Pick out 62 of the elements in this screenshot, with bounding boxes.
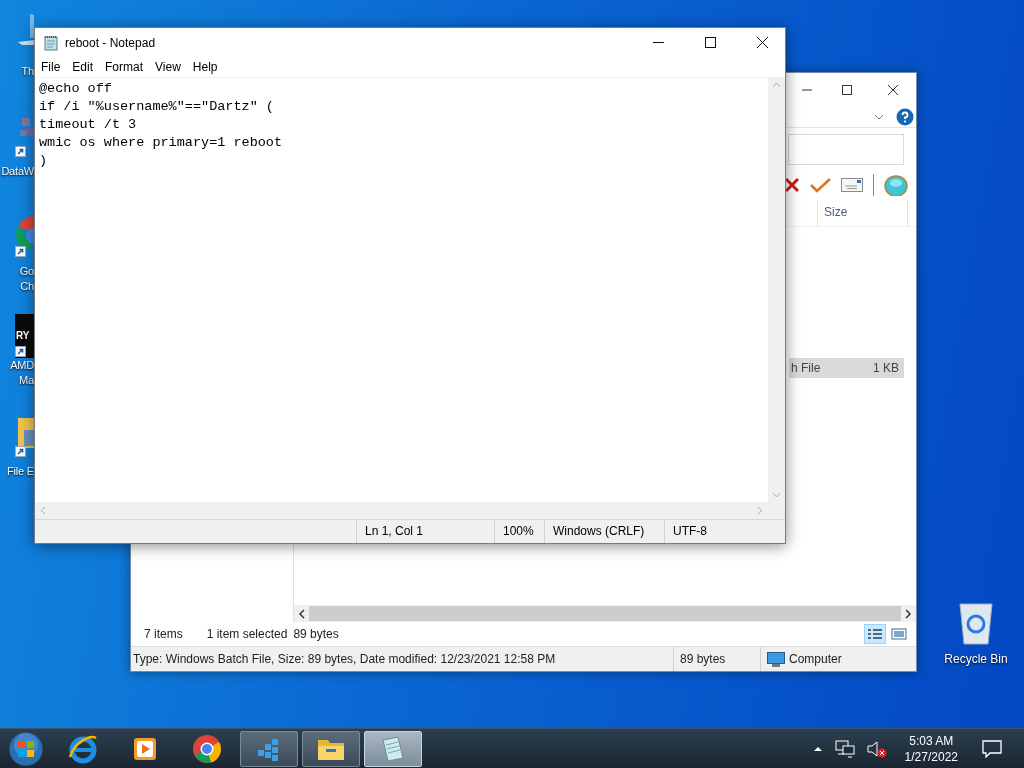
taskbar-notepad-button[interactable] — [364, 730, 422, 767]
network-icon[interactable] — [834, 739, 855, 758]
selection-info: 1 item selected — [206, 627, 288, 641]
file-row[interactable]: h File 1 KB — [789, 358, 904, 378]
line-ending: Windows (CRLF) — [544, 520, 664, 543]
icon-label: Th — [21, 64, 34, 79]
menu-item[interactable]: Edit — [66, 60, 100, 74]
close-icon — [888, 85, 898, 95]
menu-item[interactable]: View — [149, 60, 187, 74]
close-icon — [756, 37, 768, 48]
taskbar-folder-button[interactable] — [302, 730, 360, 767]
scroll-right-icon[interactable] — [904, 608, 912, 619]
code-line: if /i "%username%"=="Dartz" ( — [39, 98, 274, 116]
show-hidden-icons-icon[interactable] — [812, 745, 823, 752]
icon-label: Ma — [19, 373, 34, 388]
clock[interactable]: 5:03 AM 1/27/2022 — [894, 732, 968, 765]
icon-label: Recycle Bin — [944, 652, 1008, 666]
globe-icon[interactable] — [884, 174, 908, 196]
icon-label: File E — [7, 464, 34, 479]
code-line: wmic os where primary=1 reboot — [39, 134, 283, 152]
icon-label: Ch — [20, 279, 34, 294]
help-icon[interactable] — [896, 108, 914, 126]
chevron-icon[interactable] — [874, 114, 884, 120]
code-line: timeout /t 3 — [39, 116, 137, 134]
column-header[interactable]: Size — [817, 200, 908, 226]
code-line: ) — [39, 152, 48, 170]
selection-size: 89 bytes — [293, 627, 339, 641]
browser-icon — [191, 732, 223, 765]
horizontal-scrollbar[interactable] — [294, 605, 916, 622]
menu-item[interactable]: Format — [99, 60, 150, 74]
envelope-icon[interactable] — [841, 178, 863, 192]
maximize-icon — [842, 85, 852, 95]
details-view-button[interactable] — [864, 624, 886, 644]
logo-text: RY — [16, 330, 30, 341]
muted-speaker-icon[interactable] — [866, 739, 887, 758]
icon-label: DataW — [1, 164, 34, 179]
window-title: reboot - Notepad — [65, 35, 156, 50]
details-view-icon — [867, 628, 883, 640]
scroll-left-icon[interactable] — [298, 608, 306, 619]
encoding: UTF-8 — [664, 520, 785, 543]
icon-label: Go — [19, 264, 34, 279]
computer-icon — [767, 651, 785, 667]
cursor-position: Ln 1, Col 1 — [356, 520, 494, 543]
preview-view-icon — [891, 628, 907, 640]
menu-item[interactable]: File — [35, 60, 67, 74]
notification-icon[interactable] — [982, 739, 1002, 758]
file-details: Type: Windows Batch File, Size: 89 bytes, Date modified: 12/23/2021 12:58 PM — [132, 652, 557, 666]
notepad-icon — [43, 34, 59, 51]
address-field[interactable] — [788, 133, 904, 165]
zone-label: Computer — [789, 652, 842, 666]
icon-label: AMD — [10, 358, 34, 373]
file-size: 89 bytes — [673, 647, 760, 671]
zoom-level: 100% — [494, 520, 544, 543]
menu-item[interactable]: Help — [186, 60, 224, 74]
windows-logo-icon — [6, 728, 46, 768]
taskbar-cubes-button[interactable] — [240, 730, 298, 767]
maximize-icon — [704, 37, 716, 48]
recycle-bin-icon[interactable] — [956, 600, 996, 646]
code-line: @echo off — [39, 80, 112, 98]
item-count: 7 items — [144, 627, 183, 641]
checkmark-icon[interactable] — [809, 177, 831, 193]
delete-icon[interactable] — [785, 177, 799, 193]
